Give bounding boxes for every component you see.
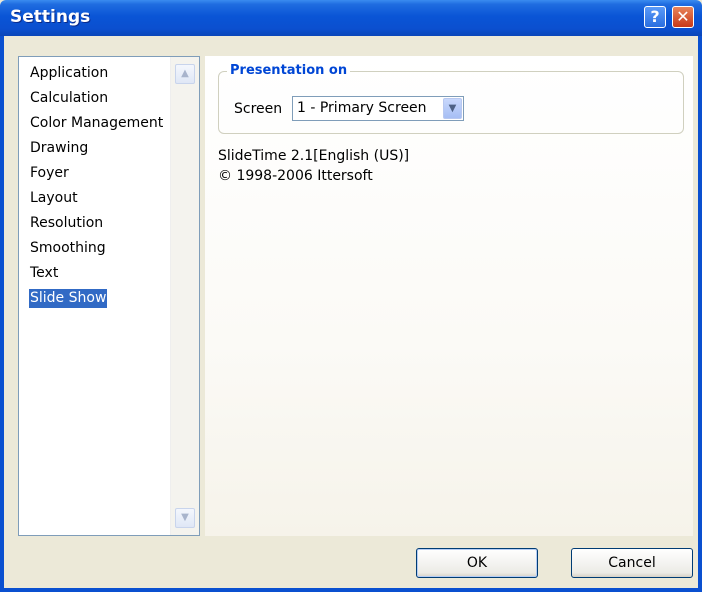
cancel-button[interactable]: Cancel bbox=[571, 548, 693, 578]
scroll-up-button[interactable]: ▲ bbox=[175, 64, 195, 84]
title-bar[interactable]: Settings ? ✕ bbox=[0, 0, 702, 36]
list-scrollbar[interactable]: ▲ ▼ bbox=[170, 57, 199, 535]
ok-button[interactable]: OK bbox=[416, 548, 538, 578]
list-item-label: Drawing bbox=[30, 140, 89, 156]
list-item-label: Color Management bbox=[30, 115, 164, 131]
chevron-down-icon: ▼ bbox=[448, 103, 457, 114]
settings-dialog: Settings ? ✕ Application Calculation Col… bbox=[0, 0, 702, 592]
help-icon: ? bbox=[650, 7, 660, 26]
list-item-label: Resolution bbox=[30, 215, 104, 231]
window-frame-bottom bbox=[0, 588, 702, 592]
window-frame-right bbox=[698, 36, 702, 592]
list-item-label: Slide Show bbox=[29, 289, 108, 308]
screen-label: Screen bbox=[234, 101, 283, 117]
list-item-calculation[interactable]: Calculation bbox=[19, 86, 179, 111]
list-item-color-management[interactable]: Color Management bbox=[19, 111, 179, 136]
window-title: Settings bbox=[10, 7, 91, 27]
list-item-text[interactable]: Text bbox=[19, 261, 179, 286]
chevron-down-icon: ▼ bbox=[181, 512, 189, 523]
list-item-drawing[interactable]: Drawing bbox=[19, 136, 179, 161]
category-list[interactable]: Application Calculation Color Management… bbox=[18, 56, 200, 536]
copyright-text: © 1998-2006 Ittersoft bbox=[218, 168, 373, 184]
list-item-label: Layout bbox=[30, 190, 78, 206]
window-frame-left bbox=[0, 36, 4, 592]
help-button[interactable]: ? bbox=[644, 6, 666, 28]
screen-select-value: 1 - Primary Screen bbox=[297, 100, 427, 116]
settings-panel: Presentation on Screen 1 - Primary Scree… bbox=[205, 56, 693, 536]
list-item-application[interactable]: Application bbox=[19, 61, 179, 86]
list-item-smoothing[interactable]: Smoothing bbox=[19, 236, 179, 261]
list-item-resolution[interactable]: Resolution bbox=[19, 211, 179, 236]
presentation-group: Presentation on Screen 1 - Primary Scree… bbox=[218, 63, 684, 134]
list-item-label: Foyer bbox=[30, 165, 69, 181]
list-item-label: Calculation bbox=[30, 90, 109, 106]
scroll-down-button[interactable]: ▼ bbox=[175, 508, 195, 528]
dropdown-button[interactable]: ▼ bbox=[443, 98, 462, 119]
list-item-foyer[interactable]: Foyer bbox=[19, 161, 179, 186]
version-text: SlideTime 2.1[English (US)] bbox=[218, 148, 410, 164]
group-title: Presentation on bbox=[227, 63, 351, 78]
close-button[interactable]: ✕ bbox=[672, 6, 694, 28]
chevron-up-icon: ▲ bbox=[181, 68, 189, 79]
list-item-slide-show[interactable]: Slide Show bbox=[19, 286, 179, 311]
list-item-label: Smoothing bbox=[30, 240, 106, 256]
screen-select[interactable]: 1 - Primary Screen ▼ bbox=[292, 96, 464, 121]
list-item-layout[interactable]: Layout bbox=[19, 186, 179, 211]
list-item-label: Application bbox=[30, 65, 109, 81]
list-item-label: Text bbox=[30, 265, 59, 281]
close-icon: ✕ bbox=[676, 7, 690, 26]
